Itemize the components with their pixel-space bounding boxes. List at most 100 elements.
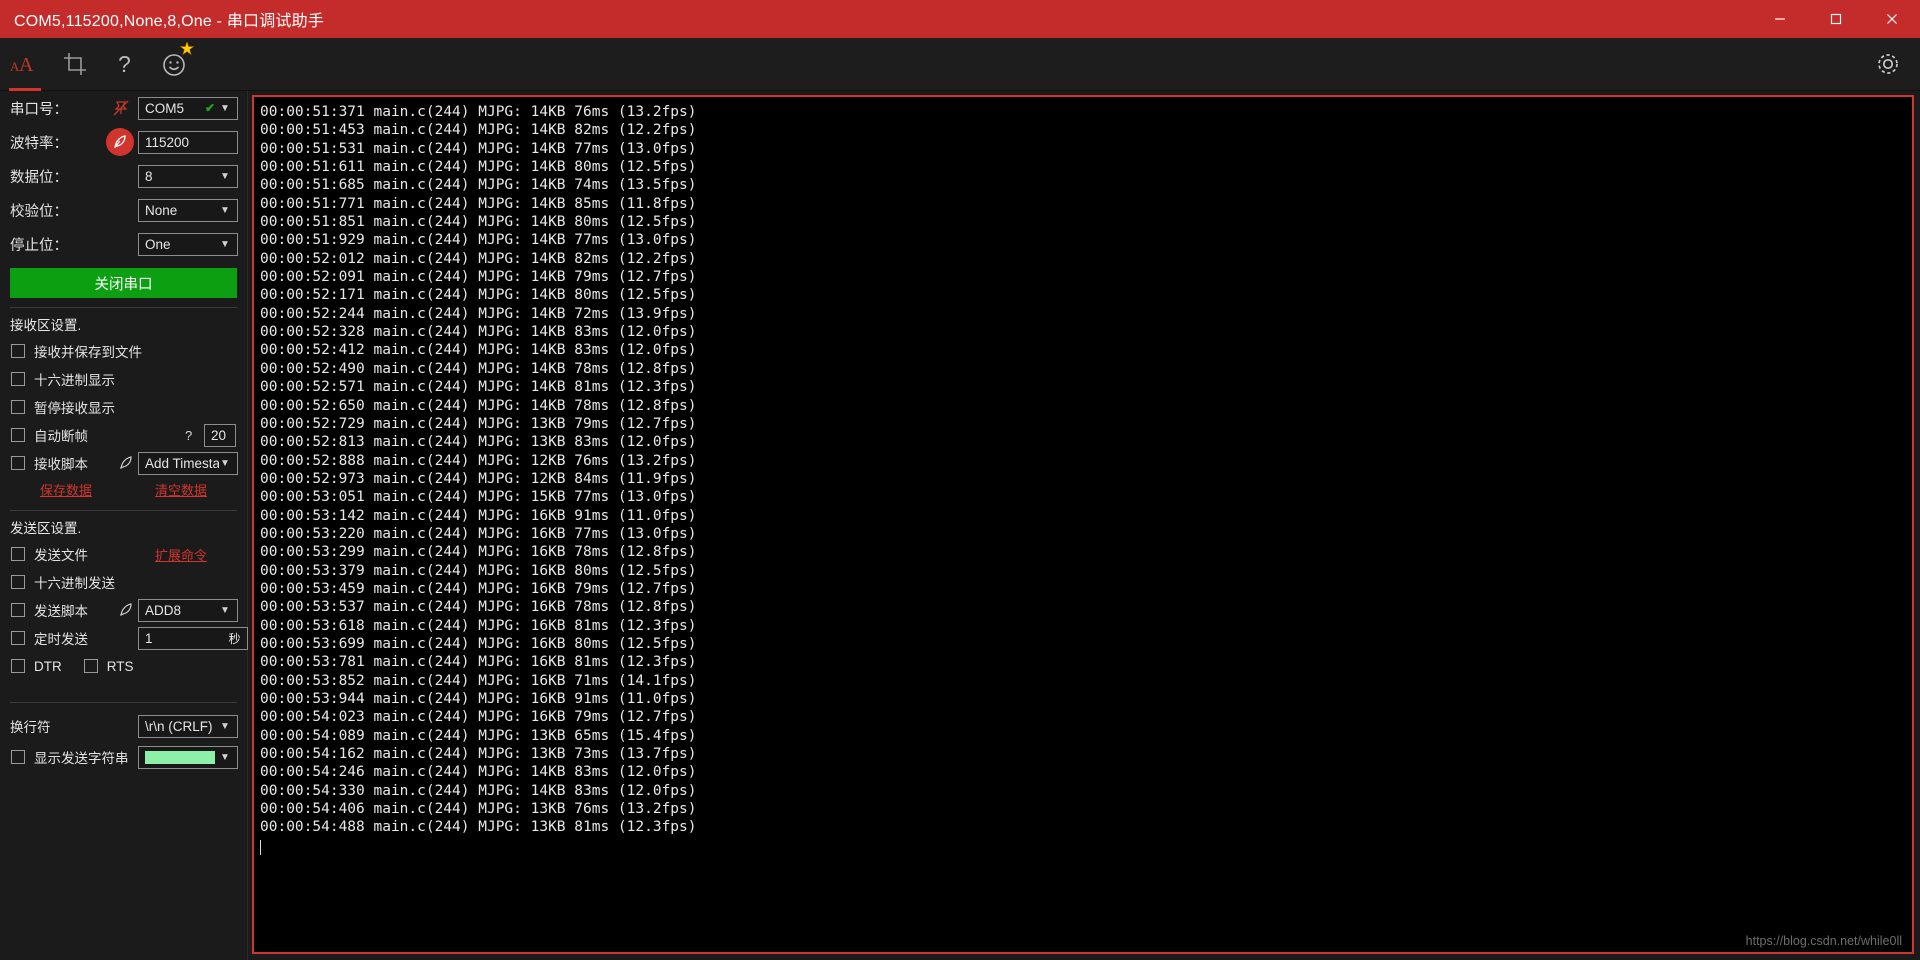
terminal-line: 00:00:51:771 main.c(244) MJPG: 14KB 85ms… xyxy=(260,195,697,212)
receive-save-file-label: 接收并保存到文件 xyxy=(34,345,142,360)
send-script-value: ADD8 xyxy=(145,602,182,618)
receive-script-select[interactable]: Add Timesta ▼ xyxy=(138,451,238,475)
terminal-line: 00:00:52:171 main.c(244) MJPG: 14KB 80ms… xyxy=(260,287,697,304)
chevron-down-icon: ▼ xyxy=(220,102,230,114)
auto-frame-input[interactable]: 20 xyxy=(204,423,236,447)
dtr-rts-row: DTR RTS xyxy=(0,652,247,680)
close-icon xyxy=(1887,14,1897,24)
terminal-line: 00:00:54:162 main.c(244) MJPG: 13KB 73ms… xyxy=(260,746,697,763)
baud-input[interactable]: 115200 xyxy=(138,130,238,154)
terminal-line: 00:00:52:729 main.c(244) MJPG: 13KB 79ms… xyxy=(260,415,697,432)
receive-script-checkbox[interactable] xyxy=(11,456,25,470)
receive-output-panel[interactable]: 00:00:51:371 main.c(244) MJPG: 14KB 76ms… xyxy=(252,95,1914,954)
parity-value: None xyxy=(145,202,178,218)
serial-debug-assistant-window: COM5,115200,None,8,One - 串口调试助手 A A ? 串口… xyxy=(0,0,1920,960)
terminal-line: 00:00:54:488 main.c(244) MJPG: 13KB 81ms… xyxy=(260,819,697,836)
newline-select[interactable]: \r\n (CRLF) ▼ xyxy=(138,714,238,738)
auto-frame-checkbox[interactable] xyxy=(11,428,25,442)
timed-send-checkbox[interactable] xyxy=(11,631,25,645)
databits-row: 数据位： 8 ▼ xyxy=(0,159,247,193)
extend-command-link[interactable]: 扩展命令 xyxy=(155,545,207,564)
receive-pause-row[interactable]: 暂停接收显示 xyxy=(0,393,247,421)
send-script-checkbox[interactable] xyxy=(11,603,25,617)
rts-checkbox[interactable] xyxy=(83,659,98,673)
chevron-down-icon: ▼ xyxy=(220,170,230,182)
terminal-line: 00:00:53:379 main.c(244) MJPG: 16KB 80ms… xyxy=(260,562,697,579)
terminal-line: 00:00:51:851 main.c(244) MJPG: 14KB 80ms… xyxy=(260,214,697,231)
terminal-line: 00:00:52:244 main.c(244) MJPG: 14KB 72ms… xyxy=(260,305,697,322)
toolbar: A A ? xyxy=(0,38,1920,91)
baud-value: 115200 xyxy=(145,134,190,150)
minimize-icon xyxy=(1775,18,1785,20)
parity-select[interactable]: None ▼ xyxy=(138,198,238,222)
newline-row: 换行符 \r\n (CRLF) ▼ xyxy=(0,709,247,743)
terminal-line: 00:00:53:944 main.c(244) MJPG: 16KB 91ms… xyxy=(260,691,697,707)
terminal-line: 00:00:53:618 main.c(244) MJPG: 16KB 81ms… xyxy=(260,617,697,634)
crop-button[interactable] xyxy=(50,38,100,91)
close-button[interactable] xyxy=(1864,0,1920,38)
terminal-line: 00:00:54:023 main.c(244) MJPG: 16KB 79ms… xyxy=(260,709,697,726)
terminal-line: 00:00:53:852 main.c(244) MJPG: 16KB 71ms… xyxy=(260,672,697,689)
terminal-line: 00:00:52:973 main.c(244) MJPG: 12KB 84ms… xyxy=(260,470,697,487)
font-size-icon: A A xyxy=(10,54,34,76)
help-button[interactable]: ? xyxy=(100,38,150,91)
send-string-color-select[interactable]: ▼ xyxy=(138,745,238,769)
receive-script-row[interactable]: 接收脚本 Add Timesta ▼ xyxy=(0,449,247,477)
send-script-select[interactable]: ADD8 ▼ xyxy=(138,598,238,622)
clear-data-link[interactable]: 清空数据 xyxy=(155,480,207,499)
baud-script-button[interactable] xyxy=(106,128,134,156)
terminal-line: 00:00:51:453 main.c(244) MJPG: 14KB 82ms… xyxy=(260,122,697,139)
terminal-line: 00:00:52:490 main.c(244) MJPG: 14KB 78ms… xyxy=(260,360,697,377)
timed-send-row[interactable]: 定时发送 1 秒 xyxy=(0,624,248,652)
send-hex-row[interactable]: 十六进制发送 xyxy=(0,568,247,596)
auto-frame-help-icon[interactable]: ? xyxy=(185,428,192,443)
databits-select[interactable]: 8 ▼ xyxy=(138,164,238,188)
parity-row: 校验位： None ▼ xyxy=(0,193,247,227)
toggle-port-button[interactable]: 关闭串口 xyxy=(10,268,237,298)
chevron-down-icon: ▼ xyxy=(220,204,230,216)
port-value: COM5 xyxy=(145,100,185,116)
settings-button[interactable] xyxy=(1874,50,1902,78)
watermark-text: https://blog.csdn.net/while0ll xyxy=(1745,934,1902,948)
question-mark-icon: ? xyxy=(118,51,131,77)
terminal-line: 00:00:52:888 main.c(244) MJPG: 12KB 76ms… xyxy=(260,452,697,469)
main-body: 串口号： COM5 ✔ ▼ 波特率： 115200 数据位： 8 ▼ 校验位： … xyxy=(0,91,1920,960)
send-file-row[interactable]: 发送文件 扩展命令 xyxy=(0,540,247,568)
maximize-button[interactable] xyxy=(1808,0,1864,38)
show-send-string-checkbox[interactable] xyxy=(11,750,25,764)
feedback-button[interactable] xyxy=(150,38,200,91)
pin-off-icon[interactable] xyxy=(112,99,130,117)
feather-icon[interactable] xyxy=(118,455,134,471)
receive-hex-checkbox[interactable] xyxy=(11,372,25,386)
send-script-row[interactable]: 发送脚本 ADD8 ▼ xyxy=(0,596,247,624)
terminal-line: 00:00:52:650 main.c(244) MJPG: 14KB 78ms… xyxy=(260,397,697,414)
feather-icon[interactable] xyxy=(118,602,134,618)
baud-row: 波特率： 115200 xyxy=(0,125,247,159)
terminal-line: 00:00:51:371 main.c(244) MJPG: 14KB 76ms… xyxy=(260,104,697,120)
save-data-link[interactable]: 保存数据 xyxy=(40,480,92,499)
auto-frame-row[interactable]: 自动断帧 ? 20 xyxy=(0,421,247,449)
dtr-checkbox[interactable] xyxy=(11,659,25,673)
send-hex-checkbox[interactable] xyxy=(11,575,25,589)
data-links-row: 保存数据 清空数据 xyxy=(0,477,247,501)
send-file-checkbox[interactable] xyxy=(11,547,25,561)
receive-save-file-row[interactable]: 接收并保存到文件 xyxy=(0,337,247,365)
terminal-line: 00:00:51:929 main.c(244) MJPG: 14KB 77ms… xyxy=(260,232,697,249)
rts-label: RTS xyxy=(106,658,134,674)
receive-pause-checkbox[interactable] xyxy=(11,400,25,414)
port-select[interactable]: COM5 ✔ ▼ xyxy=(138,96,238,120)
newline-label: 换行符 xyxy=(10,720,51,735)
show-send-string-row[interactable]: 显示发送字符串 ▼ xyxy=(0,743,247,771)
terminal-area: 00:00:51:371 main.c(244) MJPG: 14KB 76ms… xyxy=(248,91,1920,960)
stopbits-select[interactable]: One ▼ xyxy=(138,232,238,256)
terminal-line: 00:00:51:531 main.c(244) MJPG: 14KB 77ms… xyxy=(260,140,697,157)
receive-hex-row[interactable]: 十六进制显示 xyxy=(0,365,247,393)
receive-save-file-checkbox[interactable] xyxy=(11,344,25,358)
minimize-button[interactable] xyxy=(1752,0,1808,38)
show-send-string-label: 显示发送字符串 xyxy=(34,751,129,766)
stopbits-label: 停止位： xyxy=(10,237,68,254)
terminal-line: 00:00:52:571 main.c(244) MJPG: 14KB 81ms… xyxy=(260,379,697,396)
font-size-button[interactable]: A A xyxy=(0,38,50,91)
port-label: 串口号： xyxy=(10,101,68,118)
terminal-line: 00:00:52:012 main.c(244) MJPG: 14KB 82ms… xyxy=(260,250,697,267)
